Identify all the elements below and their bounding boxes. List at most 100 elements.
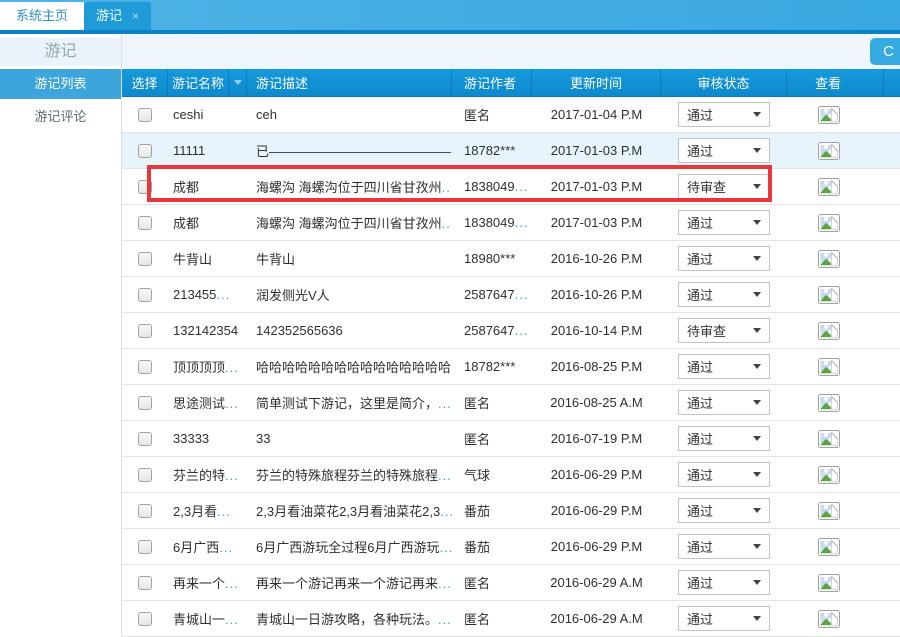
header-name-sort-button[interactable] (229, 69, 247, 96)
row-author: 18980*** (452, 251, 532, 266)
table-row: 132142354 142352565636 2587647... 2016-1… (122, 313, 900, 349)
tab-travel-notes[interactable]: 游记 × (84, 2, 151, 30)
header-updated: 更新时间 (532, 69, 661, 96)
row-updated-time: 2016-07-19 P.M (532, 431, 661, 446)
row-description: ceh (247, 107, 452, 122)
view-image-icon[interactable] (818, 538, 840, 556)
header-name: 游记名称 (168, 69, 229, 96)
row-view-cell (787, 142, 884, 160)
row-select-cell (122, 504, 168, 518)
status-value: 待审查 (687, 321, 726, 340)
view-image-icon[interactable] (818, 358, 840, 376)
view-image-icon[interactable] (818, 322, 840, 340)
view-image-icon[interactable] (818, 466, 840, 484)
status-select[interactable]: 通过 (678, 246, 770, 271)
row-view-cell (787, 178, 884, 196)
header-view: 查看 (787, 69, 884, 96)
row-author: 气球 (452, 465, 532, 484)
view-image-icon[interactable] (818, 106, 840, 124)
row-checkbox[interactable] (138, 288, 152, 302)
row-status-cell: 待审查 (661, 174, 787, 199)
truncation-ellipsis: ... (438, 468, 452, 483)
chevron-down-icon (753, 616, 761, 621)
status-select[interactable]: 通过 (678, 102, 770, 127)
travel-notes-table-body: ceshi ceh 匿名 2017-01-04 P.M 通过 11111 (122, 97, 900, 637)
chevron-down-icon (753, 256, 761, 261)
row-select-cell (122, 216, 168, 230)
row-checkbox[interactable] (138, 324, 152, 338)
row-checkbox[interactable] (138, 396, 152, 410)
row-status-cell: 通过 (661, 498, 787, 523)
status-select[interactable]: 通过 (678, 390, 770, 415)
status-select[interactable]: 待审查 (678, 174, 770, 199)
tab-travel-notes-label: 游记 (96, 2, 122, 30)
status-select[interactable]: 通过 (678, 498, 770, 523)
truncation-ellipsis: ... (225, 396, 239, 411)
row-checkbox[interactable] (138, 612, 152, 626)
view-image-icon[interactable] (818, 214, 840, 232)
sidebar-item-travel-comments[interactable]: 游记评论 (0, 102, 121, 132)
tab-system-home[interactable]: 系统主页 (0, 2, 84, 30)
row-checkbox[interactable] (138, 360, 152, 374)
view-image-icon[interactable] (818, 250, 840, 268)
row-select-cell (122, 252, 168, 266)
close-tab-icon[interactable]: × (132, 10, 139, 22)
row-updated-time: 2016-10-14 P.M (532, 323, 661, 338)
view-image-icon[interactable] (818, 430, 840, 448)
row-checkbox[interactable] (138, 432, 152, 446)
table-row: 思途测试... 简单测试下游记，这里是简介，... 匿名 2016-08-25 … (122, 385, 900, 421)
row-checkbox[interactable] (138, 540, 152, 554)
row-status-cell: 待审查 (661, 318, 787, 343)
row-status-cell: 通过 (661, 354, 787, 379)
row-checkbox[interactable] (138, 252, 152, 266)
row-status-cell: 通过 (661, 570, 787, 595)
view-image-icon[interactable] (818, 610, 840, 628)
row-checkbox[interactable] (138, 180, 152, 194)
row-view-cell (787, 106, 884, 124)
row-view-cell (787, 358, 884, 376)
table-row: ceshi ceh 匿名 2017-01-04 P.M 通过 (122, 97, 900, 133)
status-select[interactable]: 通过 (678, 534, 770, 559)
truncation-ellipsis: ... (442, 180, 452, 195)
clipped-action-button[interactable]: C (870, 38, 900, 65)
row-updated-time: 2017-01-03 P.M (532, 179, 661, 194)
view-image-icon[interactable] (818, 502, 840, 520)
row-checkbox[interactable] (138, 144, 152, 158)
status-value: 通过 (687, 393, 713, 412)
truncation-ellipsis: ... (438, 396, 452, 411)
view-image-icon[interactable] (818, 142, 840, 160)
chevron-down-icon (753, 220, 761, 225)
status-value: 通过 (687, 249, 713, 268)
row-status-cell: 通过 (661, 606, 787, 631)
row-status-cell: 通过 (661, 462, 787, 487)
chevron-down-icon (753, 580, 761, 585)
row-checkbox[interactable] (138, 108, 152, 122)
row-checkbox[interactable] (138, 468, 152, 482)
truncation-ellipsis: ... (439, 540, 452, 555)
status-select[interactable]: 待审查 (678, 318, 770, 343)
row-description: 33 (247, 431, 452, 446)
sidebar-item-travel-list[interactable]: 游记列表 (0, 69, 121, 99)
row-checkbox[interactable] (138, 576, 152, 590)
view-image-icon[interactable] (818, 178, 840, 196)
status-select[interactable]: 通过 (678, 282, 770, 307)
status-select[interactable]: 通过 (678, 570, 770, 595)
row-author: 2587647... (452, 323, 532, 338)
status-select[interactable]: 通过 (678, 462, 770, 487)
status-select[interactable]: 通过 (678, 606, 770, 631)
view-image-icon[interactable] (818, 394, 840, 412)
status-select[interactable]: 通过 (678, 426, 770, 451)
table-row: 33333 33 匿名 2016-07-19 P.M 通过 (122, 421, 900, 457)
status-select[interactable]: 通过 (678, 210, 770, 235)
view-image-icon[interactable] (818, 286, 840, 304)
sidebar: 游记 游记列表 游记评论 (0, 34, 122, 637)
view-image-icon[interactable] (818, 574, 840, 592)
row-checkbox[interactable] (138, 216, 152, 230)
toolbar: C (122, 34, 900, 69)
row-description: 哈哈哈哈哈哈哈哈哈哈哈哈哈哈哈 (247, 357, 452, 376)
row-select-cell (122, 576, 168, 590)
status-select[interactable]: 通过 (678, 354, 770, 379)
row-checkbox[interactable] (138, 504, 152, 518)
row-updated-time: 2016-08-25 A.M (532, 395, 661, 410)
status-select[interactable]: 通过 (678, 138, 770, 163)
